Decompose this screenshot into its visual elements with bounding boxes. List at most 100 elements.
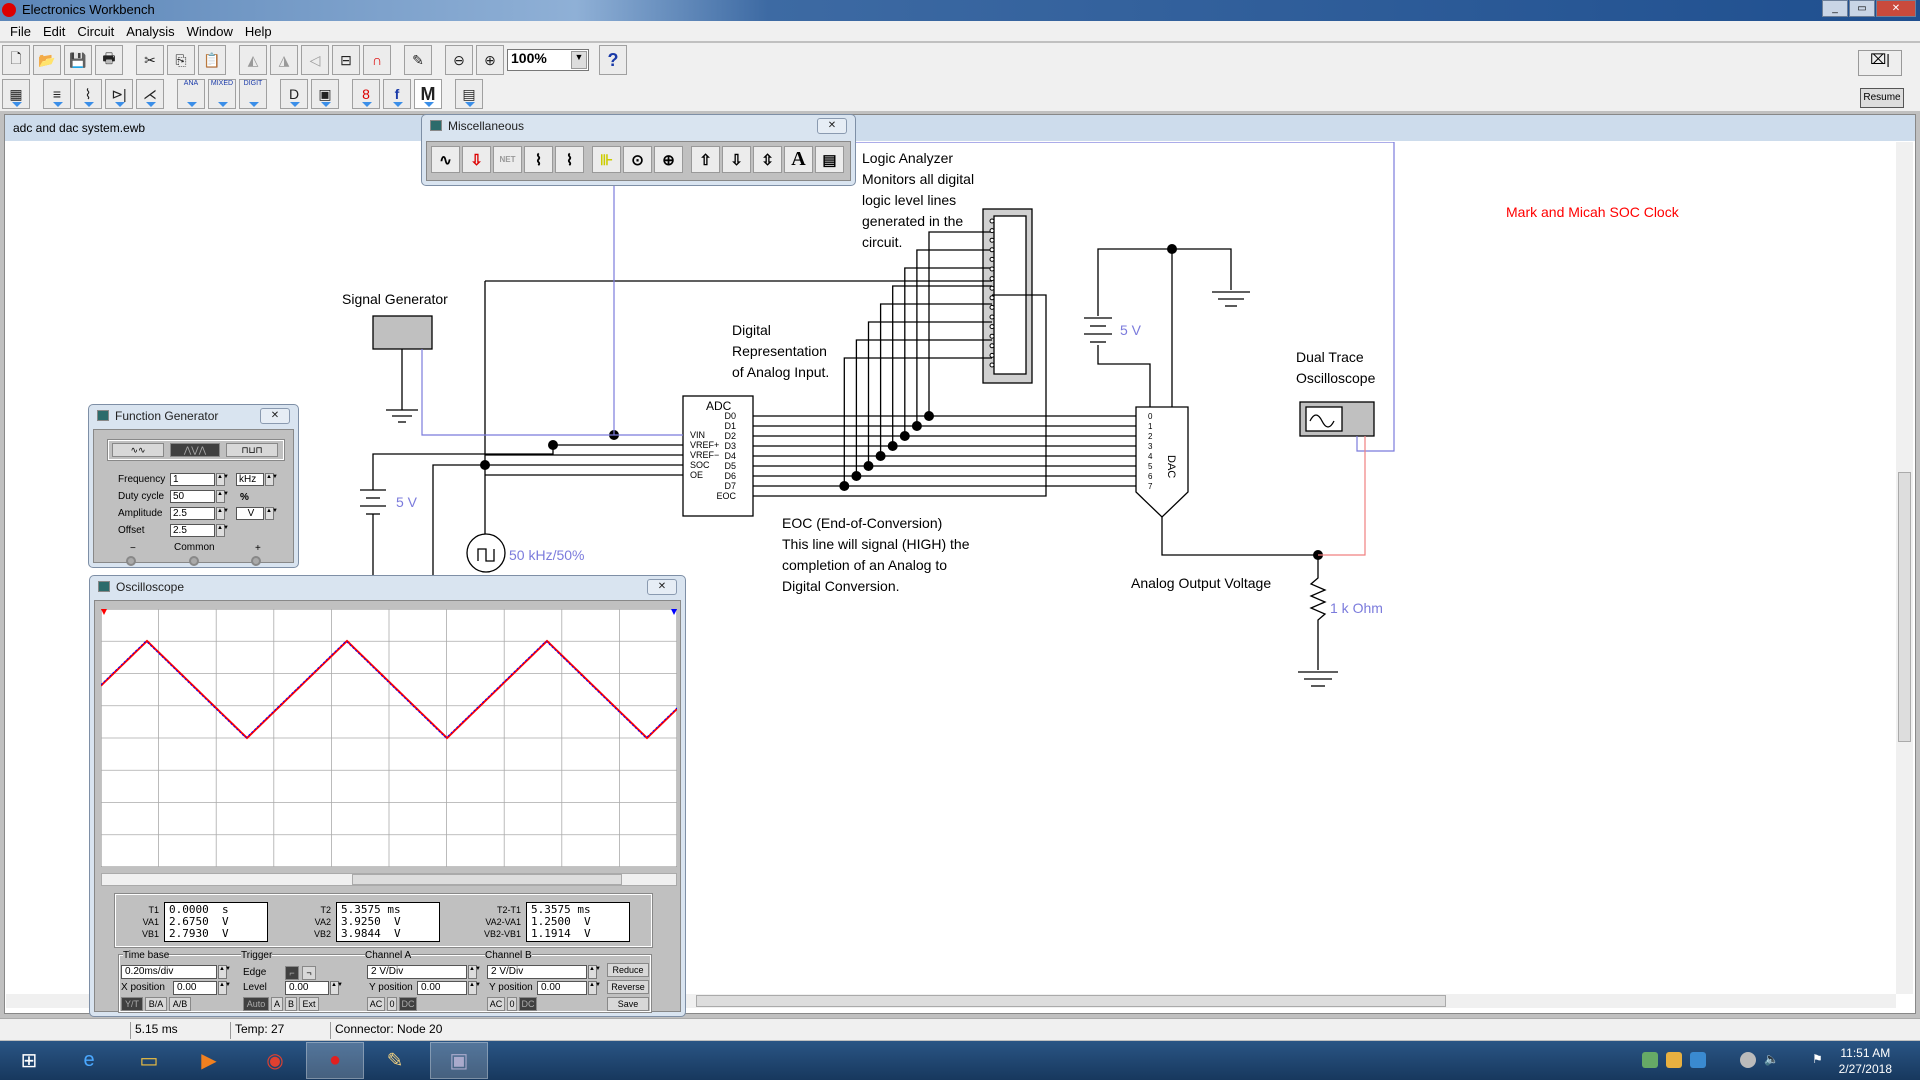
x-position-input[interactable]: 0.00 xyxy=(173,981,217,995)
electronics-workbench-taskbar-icon[interactable]: ● xyxy=(306,1042,364,1079)
open-folder-icon[interactable]: 📂 xyxy=(33,45,61,75)
frequency-unit-select[interactable]: kHz xyxy=(236,473,264,486)
close-button[interactable]: ✕ xyxy=(1876,0,1916,17)
copy-icon[interactable]: ⎘ xyxy=(167,45,195,75)
time-base-stepper[interactable]: ▲▼ xyxy=(218,965,231,979)
usb-icon[interactable] xyxy=(1642,1052,1658,1068)
text-tool-icon[interactable]: A xyxy=(784,146,813,173)
signal-generator-device[interactable] xyxy=(372,315,433,350)
digital-icon[interactable]: ▣ xyxy=(311,79,339,109)
boost-converter-icon[interactable]: ⇩ xyxy=(722,146,751,173)
zoom-select[interactable]: 100% ▼ xyxy=(507,49,589,71)
channel-b-zero-button[interactable]: 0 xyxy=(507,997,517,1011)
sine-wave-button[interactable]: ∿∿ xyxy=(112,443,164,457)
new-file-icon[interactable]: 🗋 xyxy=(2,45,30,75)
vacuum-tube-icon[interactable]: ⊕ xyxy=(654,146,683,173)
action-center-flag-icon[interactable]: ⚑ xyxy=(1812,1052,1828,1068)
lossy-line-icon[interactable]: ⌇ xyxy=(524,146,553,173)
vertical-scrollbar[interactable] xyxy=(1896,142,1913,994)
fuse-icon[interactable]: ∿ xyxy=(431,146,460,173)
resume-button[interactable]: Resume xyxy=(1860,88,1904,108)
channel-b-ypos-stepper[interactable]: ▲▼ xyxy=(588,981,601,995)
chrome-icon[interactable]: ◉ xyxy=(246,1042,304,1079)
close-icon[interactable]: ✕ xyxy=(647,579,677,595)
minus-terminal[interactable] xyxy=(126,556,136,566)
channel-a-scale-input[interactable]: 2 V/Div xyxy=(367,965,467,979)
indicators-icon[interactable]: 8 xyxy=(352,79,380,109)
menu-edit[interactable]: Edit xyxy=(37,21,71,41)
plus-terminal[interactable] xyxy=(251,556,261,566)
logic-gates-icon[interactable]: D xyxy=(280,79,308,109)
transistors-icon[interactable]: ⋌ xyxy=(136,79,164,109)
sources-icon[interactable]: ≡ xyxy=(43,79,71,109)
menu-file[interactable]: File xyxy=(4,21,37,41)
zoom-in-icon[interactable]: ⊕ xyxy=(476,45,504,75)
save-button[interactable]: Save xyxy=(607,997,649,1011)
favorites-icon[interactable]: ▦ xyxy=(2,79,30,109)
channel-a-ypos-input[interactable]: 0.00 xyxy=(417,981,467,995)
common-terminal[interactable] xyxy=(189,556,199,566)
rising-edge-icon[interactable]: ⌐ xyxy=(285,966,299,980)
cut-icon[interactable]: ✂ xyxy=(136,45,164,75)
diodes-icon[interactable]: ⊳| xyxy=(105,79,133,109)
minimize-button[interactable]: _ xyxy=(1822,0,1848,17)
channel-a-ypos-stepper[interactable]: ▲▼ xyxy=(468,981,481,995)
channel-b-dc-button[interactable]: DC xyxy=(519,997,537,1011)
tray-app-icon[interactable] xyxy=(1666,1052,1682,1068)
amplitude-unit-select[interactable]: V xyxy=(236,507,264,520)
buck-boost-icon[interactable]: ⇳ xyxy=(753,146,782,173)
amplitude-input[interactable]: 2.5 xyxy=(170,507,215,520)
analog-ics-icon[interactable]: ANA xyxy=(177,79,205,109)
trigger-b-button[interactable]: B xyxy=(285,997,297,1011)
close-icon[interactable]: ✕ xyxy=(260,408,290,424)
flip-horizontal-icon[interactable]: ◮ xyxy=(270,45,298,75)
netlist-icon[interactable]: NET xyxy=(493,146,522,173)
close-icon[interactable]: ✕ xyxy=(817,118,847,134)
frequency-stepper[interactable]: ▲▼ xyxy=(216,473,229,486)
square-wave-button[interactable]: ⊓⊔⊓ xyxy=(226,443,278,457)
channel-b-ac-button[interactable]: AC xyxy=(487,997,505,1011)
menu-analysis[interactable]: Analysis xyxy=(120,21,180,41)
write-data-icon[interactable]: ⇩ xyxy=(462,146,491,173)
offset-input[interactable]: 2.5 xyxy=(170,524,215,537)
network-icon[interactable] xyxy=(1740,1052,1756,1068)
paint-icon[interactable]: ✎ xyxy=(366,1042,424,1079)
channel-b-scale-stepper[interactable]: ▲▼ xyxy=(588,965,601,979)
dc-motor-icon[interactable]: ⊙ xyxy=(623,146,652,173)
reduce-button[interactable]: Reduce xyxy=(607,963,649,977)
yt-mode-button[interactable]: Y/T xyxy=(121,997,143,1011)
mixed-ics-icon[interactable]: MIXED xyxy=(208,79,236,109)
frequency-input[interactable]: 1 xyxy=(170,473,215,486)
save-icon[interactable]: 💾 xyxy=(64,45,92,75)
lossless-line-icon[interactable]: ⌇ xyxy=(555,146,584,173)
digital-ics-icon[interactable]: DIGIT xyxy=(239,79,267,109)
triangle-wave-button[interactable]: ⋀⋁⋀ xyxy=(170,443,220,457)
reverse-button[interactable]: Reverse xyxy=(607,980,649,994)
menu-help[interactable]: Help xyxy=(239,21,278,41)
channel-a-dc-button[interactable]: DC xyxy=(399,997,417,1011)
print-icon[interactable]: 🖶 xyxy=(95,45,123,75)
tray-app2-icon[interactable] xyxy=(1690,1052,1706,1068)
power-switch-icon[interactable]: ⌧| xyxy=(1858,50,1902,76)
ba-mode-button[interactable]: B/A xyxy=(145,997,167,1011)
menu-window[interactable]: Window xyxy=(181,21,239,41)
amplitude-stepper[interactable]: ▲▼ xyxy=(216,507,229,520)
trigger-ext-button[interactable]: Ext xyxy=(299,997,319,1011)
description-icon[interactable]: ✎ xyxy=(404,45,432,75)
trigger-level-stepper[interactable]: ▲▼ xyxy=(330,981,343,995)
controls-icon[interactable]: f xyxy=(383,79,411,109)
maximize-button[interactable]: ▭ xyxy=(1849,0,1875,17)
title-block-icon[interactable]: ▤ xyxy=(815,146,844,173)
volume-icon[interactable]: 🔈 xyxy=(1764,1052,1780,1068)
internet-explorer-icon[interactable]: e xyxy=(60,1042,118,1079)
media-player-icon[interactable]: ▶ xyxy=(180,1042,238,1079)
channel-b-ypos-input[interactable]: 0.00 xyxy=(537,981,587,995)
ab-mode-button[interactable]: A/B xyxy=(169,997,191,1011)
channel-a-ac-button[interactable]: AC xyxy=(367,997,385,1011)
frequency-unit-stepper[interactable]: ▲▼ xyxy=(265,473,278,486)
paste-icon[interactable]: 📋 xyxy=(198,45,226,75)
component-properties-icon[interactable]: ⊟ xyxy=(332,45,360,75)
file-explorer-icon[interactable]: ▭ xyxy=(120,1042,178,1079)
x-position-stepper[interactable]: ▲▼ xyxy=(218,981,231,995)
channel-b-scale-input[interactable]: 2 V/Div xyxy=(487,965,587,979)
